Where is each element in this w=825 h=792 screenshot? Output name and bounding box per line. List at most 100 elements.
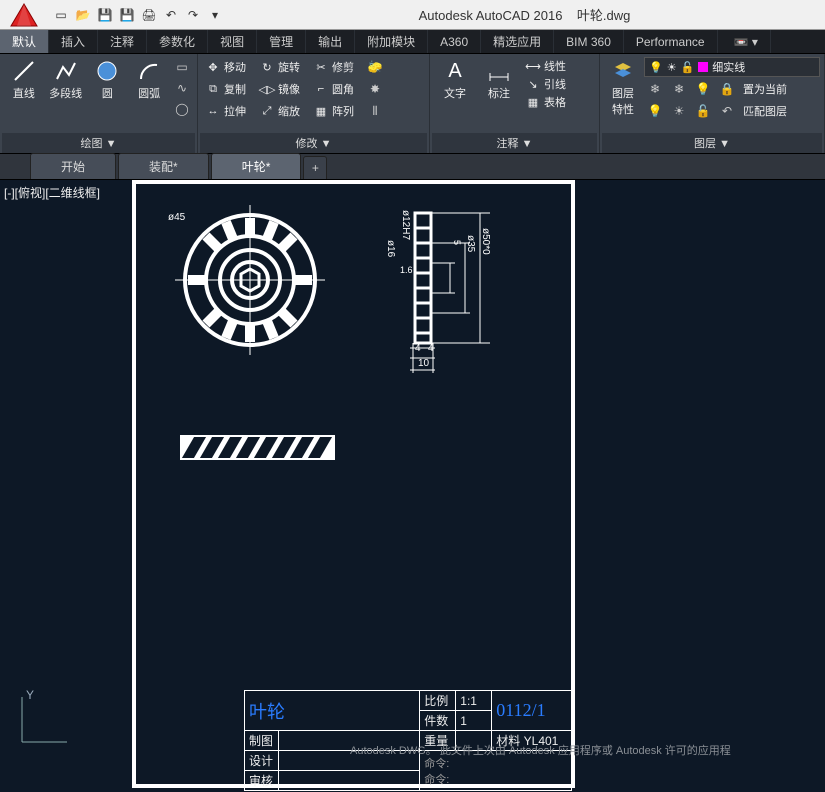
tool-linear-dim[interactable]: ⟷线性: [522, 57, 574, 75]
ribbon-tab-strip: 默认 插入 注释 参数化 视图 管理 输出 附加模块 A360 精选应用 BIM…: [0, 30, 825, 54]
ribbon-tab-performance[interactable]: Performance: [624, 30, 718, 53]
dim-d35: ø35: [465, 235, 476, 252]
layer-on-icon[interactable]: 💡: [644, 101, 666, 121]
qat-saveas-icon[interactable]: 💾: [118, 6, 136, 24]
tool-rotate[interactable]: ↻旋转: [256, 57, 308, 77]
dim-h4a: 4: [415, 343, 421, 354]
drawing-canvas[interactable]: [-][俯视][二维线框] Y: [0, 180, 825, 792]
ribbon-tab-featured[interactable]: 精选应用: [481, 30, 554, 53]
panel-draw-title[interactable]: 绘图 ▼: [2, 133, 195, 153]
tool-layer-properties[interactable]: 图层 特性: [604, 57, 642, 119]
layer-prev-icon[interactable]: ↶: [716, 101, 738, 121]
tool-erase-icon[interactable]: 🧽: [364, 57, 386, 77]
layer-iso-icon[interactable]: ❄: [644, 79, 666, 99]
panel-modify-title[interactable]: 修改 ▼: [200, 133, 427, 153]
ribbon-tab-parametric[interactable]: 参数化: [147, 30, 208, 53]
layer-color-swatch: [698, 62, 708, 72]
tool-arc[interactable]: 圆弧: [129, 57, 169, 119]
doc-tab-impeller[interactable]: 叶轮*: [211, 153, 302, 179]
ribbon-tab-default[interactable]: 默认: [0, 30, 49, 53]
layer-properties-icon: [611, 59, 635, 83]
leader-icon: ↘: [525, 76, 541, 92]
text-icon: A: [443, 59, 467, 83]
tool-ellipse-icon[interactable]: ◯: [171, 99, 193, 119]
tool-circle[interactable]: 圆: [88, 57, 128, 119]
tool-dimension[interactable]: 标注: [478, 57, 520, 111]
tool-leader[interactable]: ↘引线: [522, 75, 574, 93]
layer-combo[interactable]: 💡 ☀ 🔓 细实线: [644, 57, 820, 77]
qat-open-icon[interactable]: 📂: [74, 6, 92, 24]
array-icon: ▦: [313, 103, 329, 119]
stretch-icon: ↔: [205, 103, 221, 119]
layer-freeze-icon[interactable]: ❄: [668, 79, 690, 99]
ribbon-body: 直线 多段线 圆 圆弧 ▭ ∿ ◯ 绘图 ▼: [0, 54, 825, 154]
tool-line[interactable]: 直线: [4, 57, 44, 119]
tool-trim[interactable]: ✂修剪: [310, 57, 362, 77]
quick-access-toolbar: ▭ 📂 💾 💾 🖨 ↶ ↷ ▾: [52, 6, 224, 24]
ribbon-tab-a360[interactable]: A360: [428, 30, 481, 53]
line-icon: [12, 59, 36, 83]
doc-tab-add-button[interactable]: +: [303, 156, 327, 179]
layer-unlock-icon[interactable]: 🔓: [692, 101, 714, 121]
qat-undo-icon[interactable]: ↶: [162, 6, 180, 24]
qat-redo-icon[interactable]: ↷: [184, 6, 202, 24]
ribbon-tab-bim360[interactable]: BIM 360: [554, 30, 624, 53]
ribbon-tab-insert[interactable]: 插入: [49, 30, 98, 53]
lock-icon: 🔓: [681, 61, 695, 74]
scale-icon: ⤢: [259, 103, 275, 119]
trim-icon: ✂: [313, 59, 329, 75]
tool-mirror[interactable]: ◁▷镜像: [256, 79, 308, 99]
tool-offset-icon[interactable]: ⫴: [364, 101, 386, 121]
ribbon-tab-annotate[interactable]: 注释: [98, 30, 147, 53]
tool-move[interactable]: ✥移动: [202, 57, 254, 77]
panel-modify: ✥移动 ↻旋转 ✂修剪 🧽 ⧉复制 ◁▷镜像 ⌐圆角 ✸ ↔拉伸 ⤢缩放 ▦阵列…: [198, 54, 430, 153]
layer-off-icon[interactable]: 💡: [692, 79, 714, 99]
app-menu-button[interactable]: [0, 2, 48, 28]
qat-new-icon[interactable]: ▭: [52, 6, 70, 24]
window-title: Autodesk AutoCAD 2016 叶轮.dwg: [224, 5, 825, 24]
ribbon-tab-view[interactable]: 视图: [208, 30, 257, 53]
ribbon-tab-manage[interactable]: 管理: [257, 30, 306, 53]
tool-table[interactable]: ▦表格: [522, 93, 574, 111]
part-number: 0112/1: [496, 700, 545, 720]
panel-annotate-title[interactable]: 注释 ▼: [432, 133, 597, 153]
ribbon-help-button[interactable]: 📼 ▾: [722, 30, 771, 53]
viewport-controls[interactable]: [-][俯视][二维线框]: [4, 184, 100, 201]
qat-dropdown-icon[interactable]: ▾: [206, 6, 224, 24]
tool-array[interactable]: ▦阵列: [310, 101, 362, 121]
tool-copy[interactable]: ⧉复制: [202, 79, 254, 99]
dim-d50: ø50*0: [480, 228, 491, 255]
part-name: 叶轮: [249, 702, 285, 722]
layer-lock-icon[interactable]: 🔒: [716, 79, 738, 99]
tool-rect-icon[interactable]: ▭: [171, 57, 193, 77]
qat-print-icon[interactable]: 🖨: [140, 6, 158, 24]
layer-name: 细实线: [712, 59, 745, 75]
tool-match-layer[interactable]: 匹配图层: [740, 101, 790, 121]
tool-spline-icon[interactable]: ∿: [171, 78, 193, 98]
doc-tab-start[interactable]: 开始: [30, 153, 116, 179]
dim-h4b: 4: [428, 343, 434, 354]
title-bar: ▭ 📂 💾 💾 🖨 ↶ ↷ ▾ Autodesk AutoCAD 2016 叶轮…: [0, 0, 825, 30]
panel-layers-title[interactable]: 图层 ▼: [602, 133, 822, 153]
move-icon: ✥: [205, 59, 221, 75]
tool-polyline[interactable]: 多段线: [46, 57, 86, 119]
ribbon-tab-addins[interactable]: 附加模块: [355, 30, 428, 53]
tool-text[interactable]: A 文字: [434, 57, 476, 111]
tool-fillet[interactable]: ⌐圆角: [310, 79, 362, 99]
tool-make-current[interactable]: 置为当前: [740, 79, 790, 99]
tool-scale[interactable]: ⤢缩放: [256, 101, 308, 121]
tool-stretch[interactable]: ↔拉伸: [202, 101, 254, 121]
sun-icon: ☀: [667, 61, 677, 74]
circle-icon: [95, 59, 119, 83]
layer-thaw-icon[interactable]: ☀: [668, 101, 690, 121]
ucs-icon: Y: [12, 692, 72, 752]
dim-tol: 1.6: [400, 265, 413, 275]
copy-icon: ⧉: [205, 81, 221, 97]
qat-save-icon[interactable]: 💾: [96, 6, 114, 24]
ribbon-tab-output[interactable]: 输出: [306, 30, 355, 53]
mirror-icon: ◁▷: [259, 81, 275, 97]
doc-tab-assembly[interactable]: 装配*: [118, 153, 209, 179]
tool-explode-icon[interactable]: ✸: [364, 79, 386, 99]
rotate-icon: ↻: [259, 59, 275, 75]
panel-layers: 图层 特性 💡 ☀ 🔓 细实线 ❄ ❄ 💡 🔒 置为当前: [600, 54, 825, 153]
